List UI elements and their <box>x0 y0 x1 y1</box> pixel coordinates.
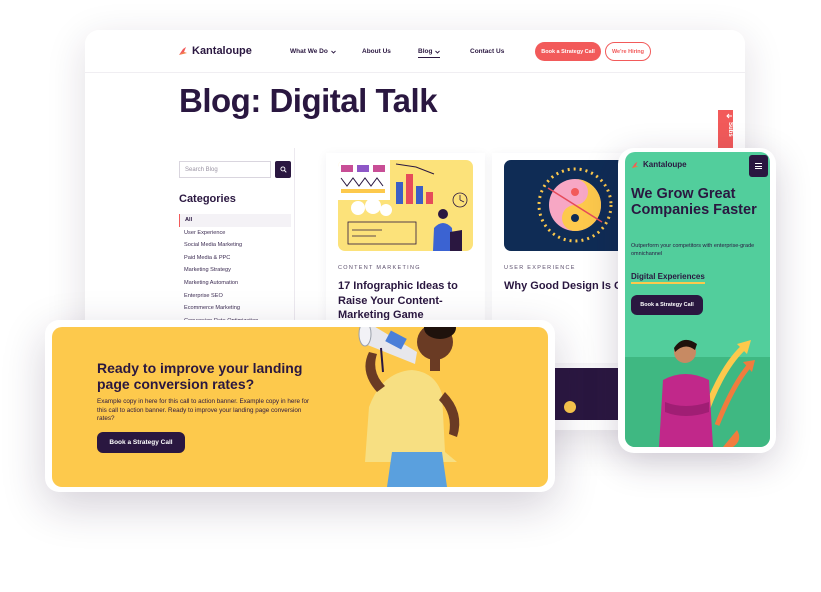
search-button[interactable] <box>275 161 291 178</box>
search-icon <box>279 166 287 173</box>
top-nav: Kantaloupe What We Do About Us Blog Cont… <box>85 30 745 73</box>
search-input[interactable]: Search Blog <box>179 161 271 178</box>
menu-icon-line <box>755 165 762 167</box>
cta-banner: Ready to improve your landing page conve… <box>52 327 548 487</box>
woman-megaphone-photo <box>358 327 460 487</box>
nav-contact-us[interactable]: Contact Us <box>470 48 504 55</box>
hamburger-menu-button[interactable] <box>749 155 768 177</box>
digital-experiences-link[interactable]: Digital Experiences <box>631 272 705 284</box>
mobile-body-text: Outperform your competitors with enterpr… <box>631 243 755 257</box>
category-ecommerce-marketing[interactable]: Ecommerce Marketing <box>179 302 291 315</box>
nav-about-us[interactable]: About Us <box>362 48 391 55</box>
menu-icon-line <box>755 163 762 164</box>
post-category-label: CONTENT MARKETING <box>338 265 421 271</box>
nav-what-we-do[interactable]: What We Do <box>290 48 336 55</box>
nav-blog[interactable]: Blog <box>418 48 441 58</box>
infographic-illustration-art <box>338 160 468 251</box>
chevron-down-icon <box>435 50 441 54</box>
coin-graphic <box>564 401 576 413</box>
banner-body-text: Example copy in here for this call to ac… <box>97 398 310 422</box>
page-title: Blog: Digital Talk <box>179 82 438 119</box>
book-strategy-call-button[interactable]: Book a Strategy Call <box>535 42 601 61</box>
post-title[interactable]: 17 Infographic Ideas to Raise Your Conte… <box>338 279 478 323</box>
sidebar-divider <box>294 148 295 328</box>
category-paid-media-ppc[interactable]: Paid Media & PPC <box>179 252 291 265</box>
arrow-left-icon <box>726 113 732 119</box>
post-category-label: USER EXPERIENCE <box>504 265 576 271</box>
subscribe-tab-label: Subs <box>727 122 733 137</box>
were-hiring-button[interactable]: We're Hiring <box>605 42 651 61</box>
category-user-experience[interactable]: User Experience <box>179 227 291 240</box>
mobile-book-strategy-call-button[interactable]: Book a Strategy Call <box>631 295 703 315</box>
man-with-arrows-photo <box>659 339 755 447</box>
category-social-media-marketing[interactable]: Social Media Marketing <box>179 239 291 252</box>
kantaloupe-logo-icon <box>179 47 187 55</box>
category-enterprise-seo[interactable]: Enterprise SEO <box>179 290 291 303</box>
mobile-heading: We Grow Great Companies Faster <box>631 186 757 218</box>
mobile-screen: Kantaloupe We Grow Great Companies Faste… <box>625 152 770 447</box>
infographic-illustration <box>338 160 473 251</box>
nav-blog-label: Blog <box>418 48 433 55</box>
mobile-logo[interactable]: Kantaloupe <box>631 160 687 169</box>
banner-heading: Ready to improve your landing page conve… <box>97 360 303 392</box>
kantaloupe-logo-icon <box>631 161 639 168</box>
site-logo[interactable]: Kantaloupe <box>178 45 252 57</box>
category-marketing-automation[interactable]: Marketing Automation <box>179 277 291 290</box>
banner-book-strategy-call-button[interactable]: Book a Strategy Call <box>97 432 185 453</box>
category-marketing-strategy[interactable]: Marketing Strategy <box>179 264 291 277</box>
category-list: All User Experience Social Media Marketi… <box>179 214 291 327</box>
category-all[interactable]: All <box>179 214 291 227</box>
mobile-logo-text: Kantaloupe <box>643 160 687 169</box>
nav-what-we-do-label: What We Do <box>290 48 328 55</box>
logo-text: Kantaloupe <box>192 45 252 57</box>
chevron-down-icon <box>330 50 336 54</box>
menu-icon-line <box>755 168 762 169</box>
categories-heading: Categories <box>179 193 236 205</box>
